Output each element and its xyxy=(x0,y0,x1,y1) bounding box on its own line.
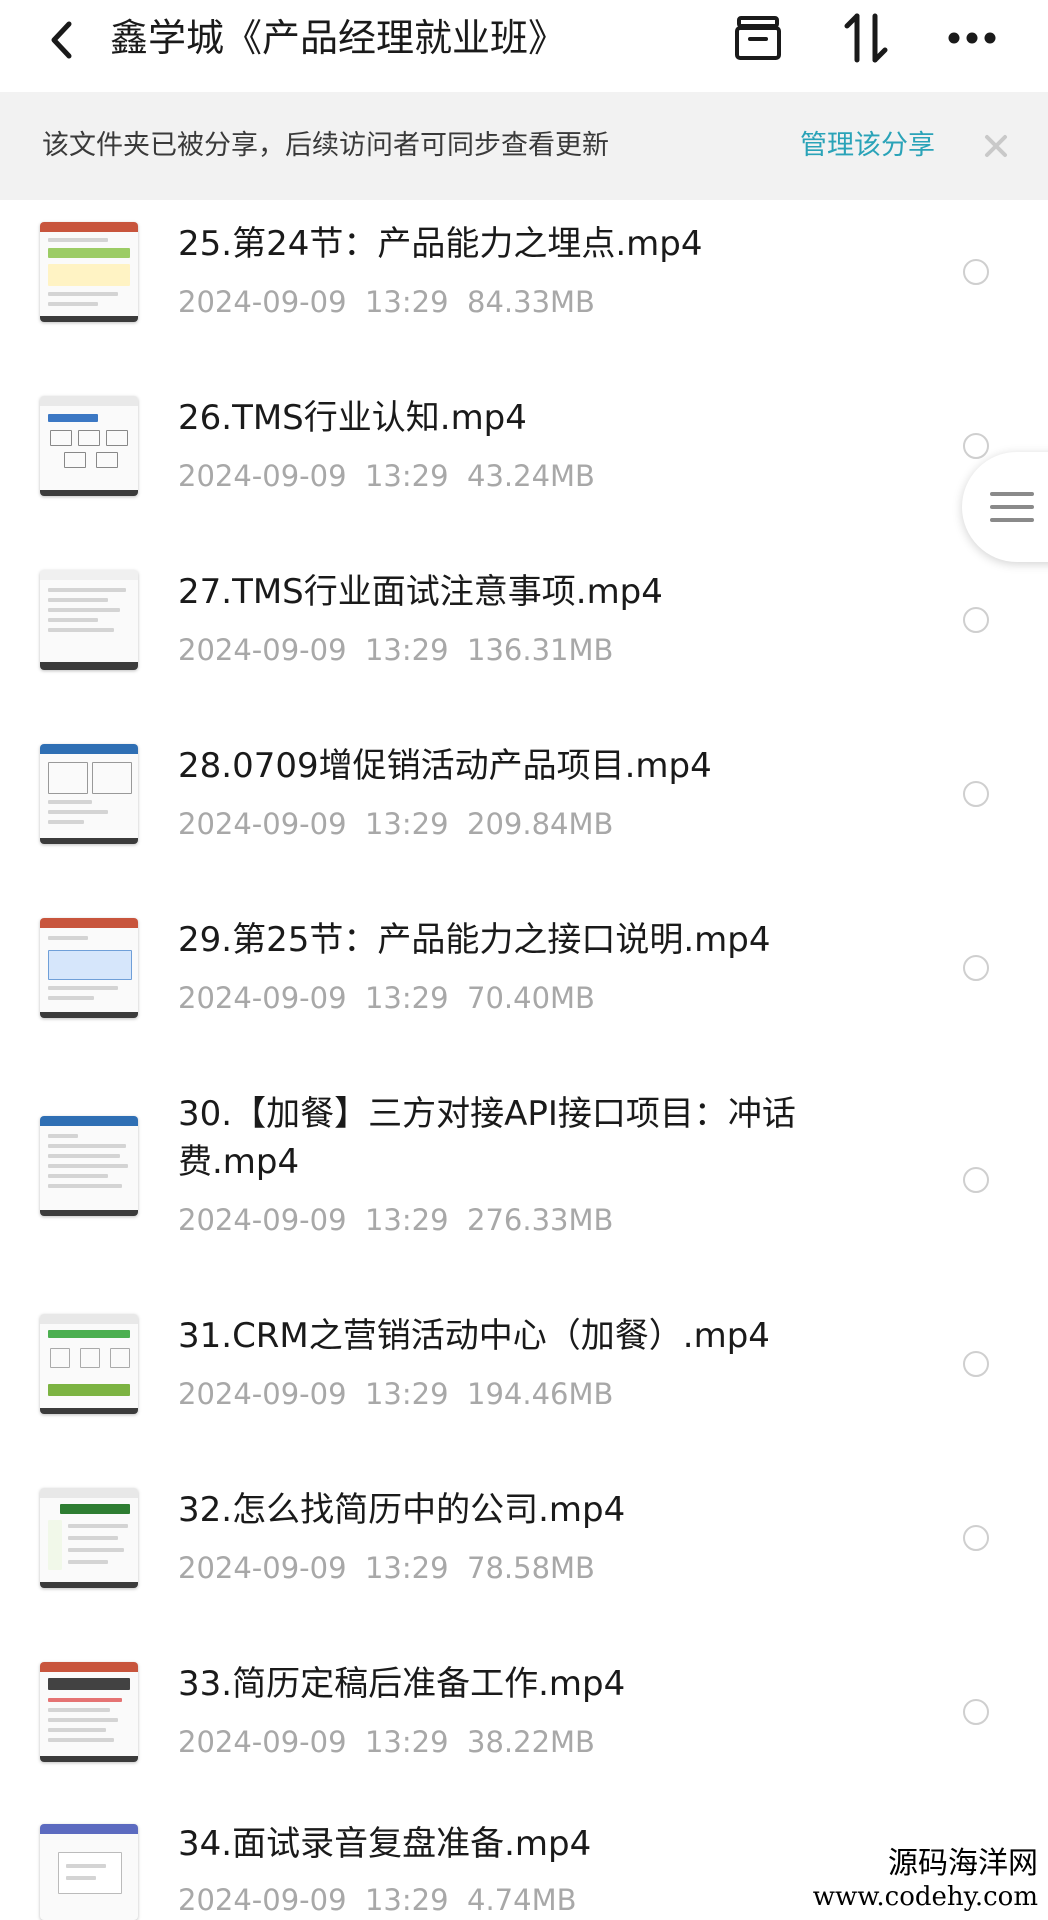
file-meta: 2024-09-09 13:29 276.33MB xyxy=(178,1200,613,1240)
file-name: 27.TMS行业面试注意事项.mp4 xyxy=(178,572,663,612)
more-icon xyxy=(948,32,996,44)
file-meta: 2024-09-09 13:29 84.33MB xyxy=(178,282,595,322)
select-radio[interactable] xyxy=(963,1167,989,1193)
file-name: 29.第25节：产品能力之接口说明.mp4 xyxy=(178,920,771,960)
archive-button[interactable] xyxy=(726,6,790,70)
file-name: 26.TMS行业认知.mp4 xyxy=(178,398,527,438)
file-row[interactable]: 33.简历定稿后准备工作.mp4 2024-09-09 13:29 38.22M… xyxy=(0,1640,1048,1814)
file-size: 136.31MB xyxy=(467,633,614,667)
close-icon xyxy=(985,135,1007,157)
file-meta: 2024-09-09 13:29 38.22MB xyxy=(178,1722,595,1762)
select-radio[interactable] xyxy=(963,781,989,807)
file-meta: 2024-09-09 13:29 209.84MB xyxy=(178,804,613,844)
video-thumbnail xyxy=(40,744,138,844)
share-notice-text: 该文件夹已被分享，后续访问者可同步查看更新 xyxy=(42,130,609,161)
file-date: 2024-09-09 xyxy=(178,981,347,1015)
file-size: 43.24MB xyxy=(467,459,595,493)
video-thumbnail xyxy=(40,222,138,322)
back-button[interactable] xyxy=(36,10,86,70)
select-radio[interactable] xyxy=(963,1699,989,1725)
file-time: 13:29 xyxy=(364,1203,449,1237)
sort-button[interactable] xyxy=(834,6,898,70)
video-thumbnail xyxy=(40,396,138,496)
file-meta: 2024-09-09 13:29 70.40MB xyxy=(178,978,595,1018)
watermark-text: 源码海洋网 xyxy=(888,1846,1038,1881)
video-thumbnail xyxy=(40,1116,138,1216)
file-time: 13:29 xyxy=(364,807,449,841)
file-size: 38.22MB xyxy=(467,1725,595,1759)
file-name: 31.CRM之营销活动中心（加餐）.mp4 xyxy=(178,1316,770,1356)
select-radio[interactable] xyxy=(963,1351,989,1377)
file-size: 84.33MB xyxy=(467,285,595,319)
video-thumbnail xyxy=(40,1824,138,1920)
file-row[interactable]: 29.第25节：产品能力之接口说明.mp4 2024-09-09 13:29 7… xyxy=(0,896,1048,1070)
file-name: 28.0709增促销活动产品项目.mp4 xyxy=(178,746,712,786)
video-thumbnail xyxy=(40,1488,138,1588)
file-date: 2024-09-09 xyxy=(178,1203,347,1237)
file-date: 2024-09-09 xyxy=(178,633,347,667)
file-name: 32.怎么找简历中的公司.mp4 xyxy=(178,1490,626,1530)
file-size: 70.40MB xyxy=(467,981,595,1015)
close-banner-button[interactable] xyxy=(976,126,1016,166)
file-row[interactable]: 27.TMS行业面试注意事项.mp4 2024-09-09 13:29 136.… xyxy=(0,548,1048,722)
file-name: 30.【加餐】三方对接API接口项目：冲话费.mp4 xyxy=(178,1094,796,1182)
file-time: 13:29 xyxy=(364,1725,449,1759)
file-size: 209.84MB xyxy=(467,807,614,841)
file-size: 78.58MB xyxy=(467,1551,595,1585)
file-meta: 2024-09-09 13:29 194.46MB xyxy=(178,1374,613,1414)
file-date: 2024-09-09 xyxy=(178,459,347,493)
video-thumbnail xyxy=(40,1662,138,1762)
share-banner: 该文件夹已被分享，后续访问者可同步查看更新 管理该分享 xyxy=(0,92,1048,200)
file-row[interactable]: 32.怎么找简历中的公司.mp4 2024-09-09 13:29 78.58M… xyxy=(0,1466,1048,1640)
file-date: 2024-09-09 xyxy=(178,285,347,319)
file-time: 13:29 xyxy=(364,981,449,1015)
file-date: 2024-09-09 xyxy=(178,807,347,841)
file-meta: 2024-09-09 13:29 78.58MB xyxy=(178,1548,595,1588)
file-date: 2024-09-09 xyxy=(178,1725,347,1759)
file-meta: 2024-09-09 13:29 4.74MB xyxy=(178,1880,577,1920)
file-time: 13:29 xyxy=(364,459,449,493)
select-radio[interactable] xyxy=(963,607,989,633)
video-thumbnail xyxy=(40,918,138,1018)
file-name: 34.面试录音复盘准备.mp4 xyxy=(178,1824,592,1864)
file-row[interactable]: 31.CRM之营销活动中心（加餐）.mp4 2024-09-09 13:29 1… xyxy=(0,1292,1048,1466)
menu-lines-icon xyxy=(990,492,1034,522)
file-date: 2024-09-09 xyxy=(178,1551,347,1585)
file-time: 13:29 xyxy=(364,633,449,667)
file-size: 276.33MB xyxy=(467,1203,614,1237)
select-radio[interactable] xyxy=(963,259,989,285)
watermark: 源码海洋网 www.codehy.com xyxy=(813,1846,1038,1912)
file-meta: 2024-09-09 13:29 136.31MB xyxy=(178,630,613,670)
file-size: 194.46MB xyxy=(467,1377,614,1411)
file-time: 13:29 xyxy=(364,1551,449,1585)
sort-icon xyxy=(844,13,888,63)
page-title: 鑫学城《产品经理就业班》 xyxy=(110,16,567,60)
file-time: 13:29 xyxy=(364,285,449,319)
chevron-left-icon xyxy=(51,21,72,59)
more-button[interactable] xyxy=(940,6,1004,70)
file-date: 2024-09-09 xyxy=(178,1377,347,1411)
file-size: 4.74MB xyxy=(467,1883,577,1917)
file-date: 2024-09-09 xyxy=(178,1883,347,1917)
select-radio[interactable] xyxy=(963,955,989,981)
file-meta: 2024-09-09 13:29 43.24MB xyxy=(178,456,595,496)
file-row[interactable]: 25.第24节：产品能力之埋点.mp4 2024-09-09 13:29 84.… xyxy=(0,200,1048,374)
file-name: 33.简历定稿后准备工作.mp4 xyxy=(178,1664,626,1704)
select-radio[interactable] xyxy=(963,1525,989,1551)
top-navigation-bar: 鑫学城《产品经理就业班》 xyxy=(0,0,1048,92)
manage-share-link[interactable]: 管理该分享 xyxy=(800,92,935,200)
select-radio[interactable] xyxy=(963,433,989,459)
file-time: 13:29 xyxy=(364,1883,449,1917)
file-row[interactable]: 30.【加餐】三方对接API接口项目：冲话费.mp4 2024-09-09 13… xyxy=(0,1070,1048,1292)
watermark-url: www.codehy.com xyxy=(812,1882,1038,1912)
file-list: 25.第24节：产品能力之埋点.mp4 2024-09-09 13:29 84.… xyxy=(0,200,1048,1920)
file-name: 25.第24节：产品能力之埋点.mp4 xyxy=(178,224,703,264)
file-row[interactable]: 26.TMS行业认知.mp4 2024-09-09 13:29 43.24MB xyxy=(0,374,1048,548)
video-thumbnail xyxy=(40,570,138,670)
archive-icon xyxy=(735,16,781,60)
file-time: 13:29 xyxy=(364,1377,449,1411)
file-row[interactable]: 28.0709增促销活动产品项目.mp4 2024-09-09 13:29 20… xyxy=(0,722,1048,896)
video-thumbnail xyxy=(40,1314,138,1414)
